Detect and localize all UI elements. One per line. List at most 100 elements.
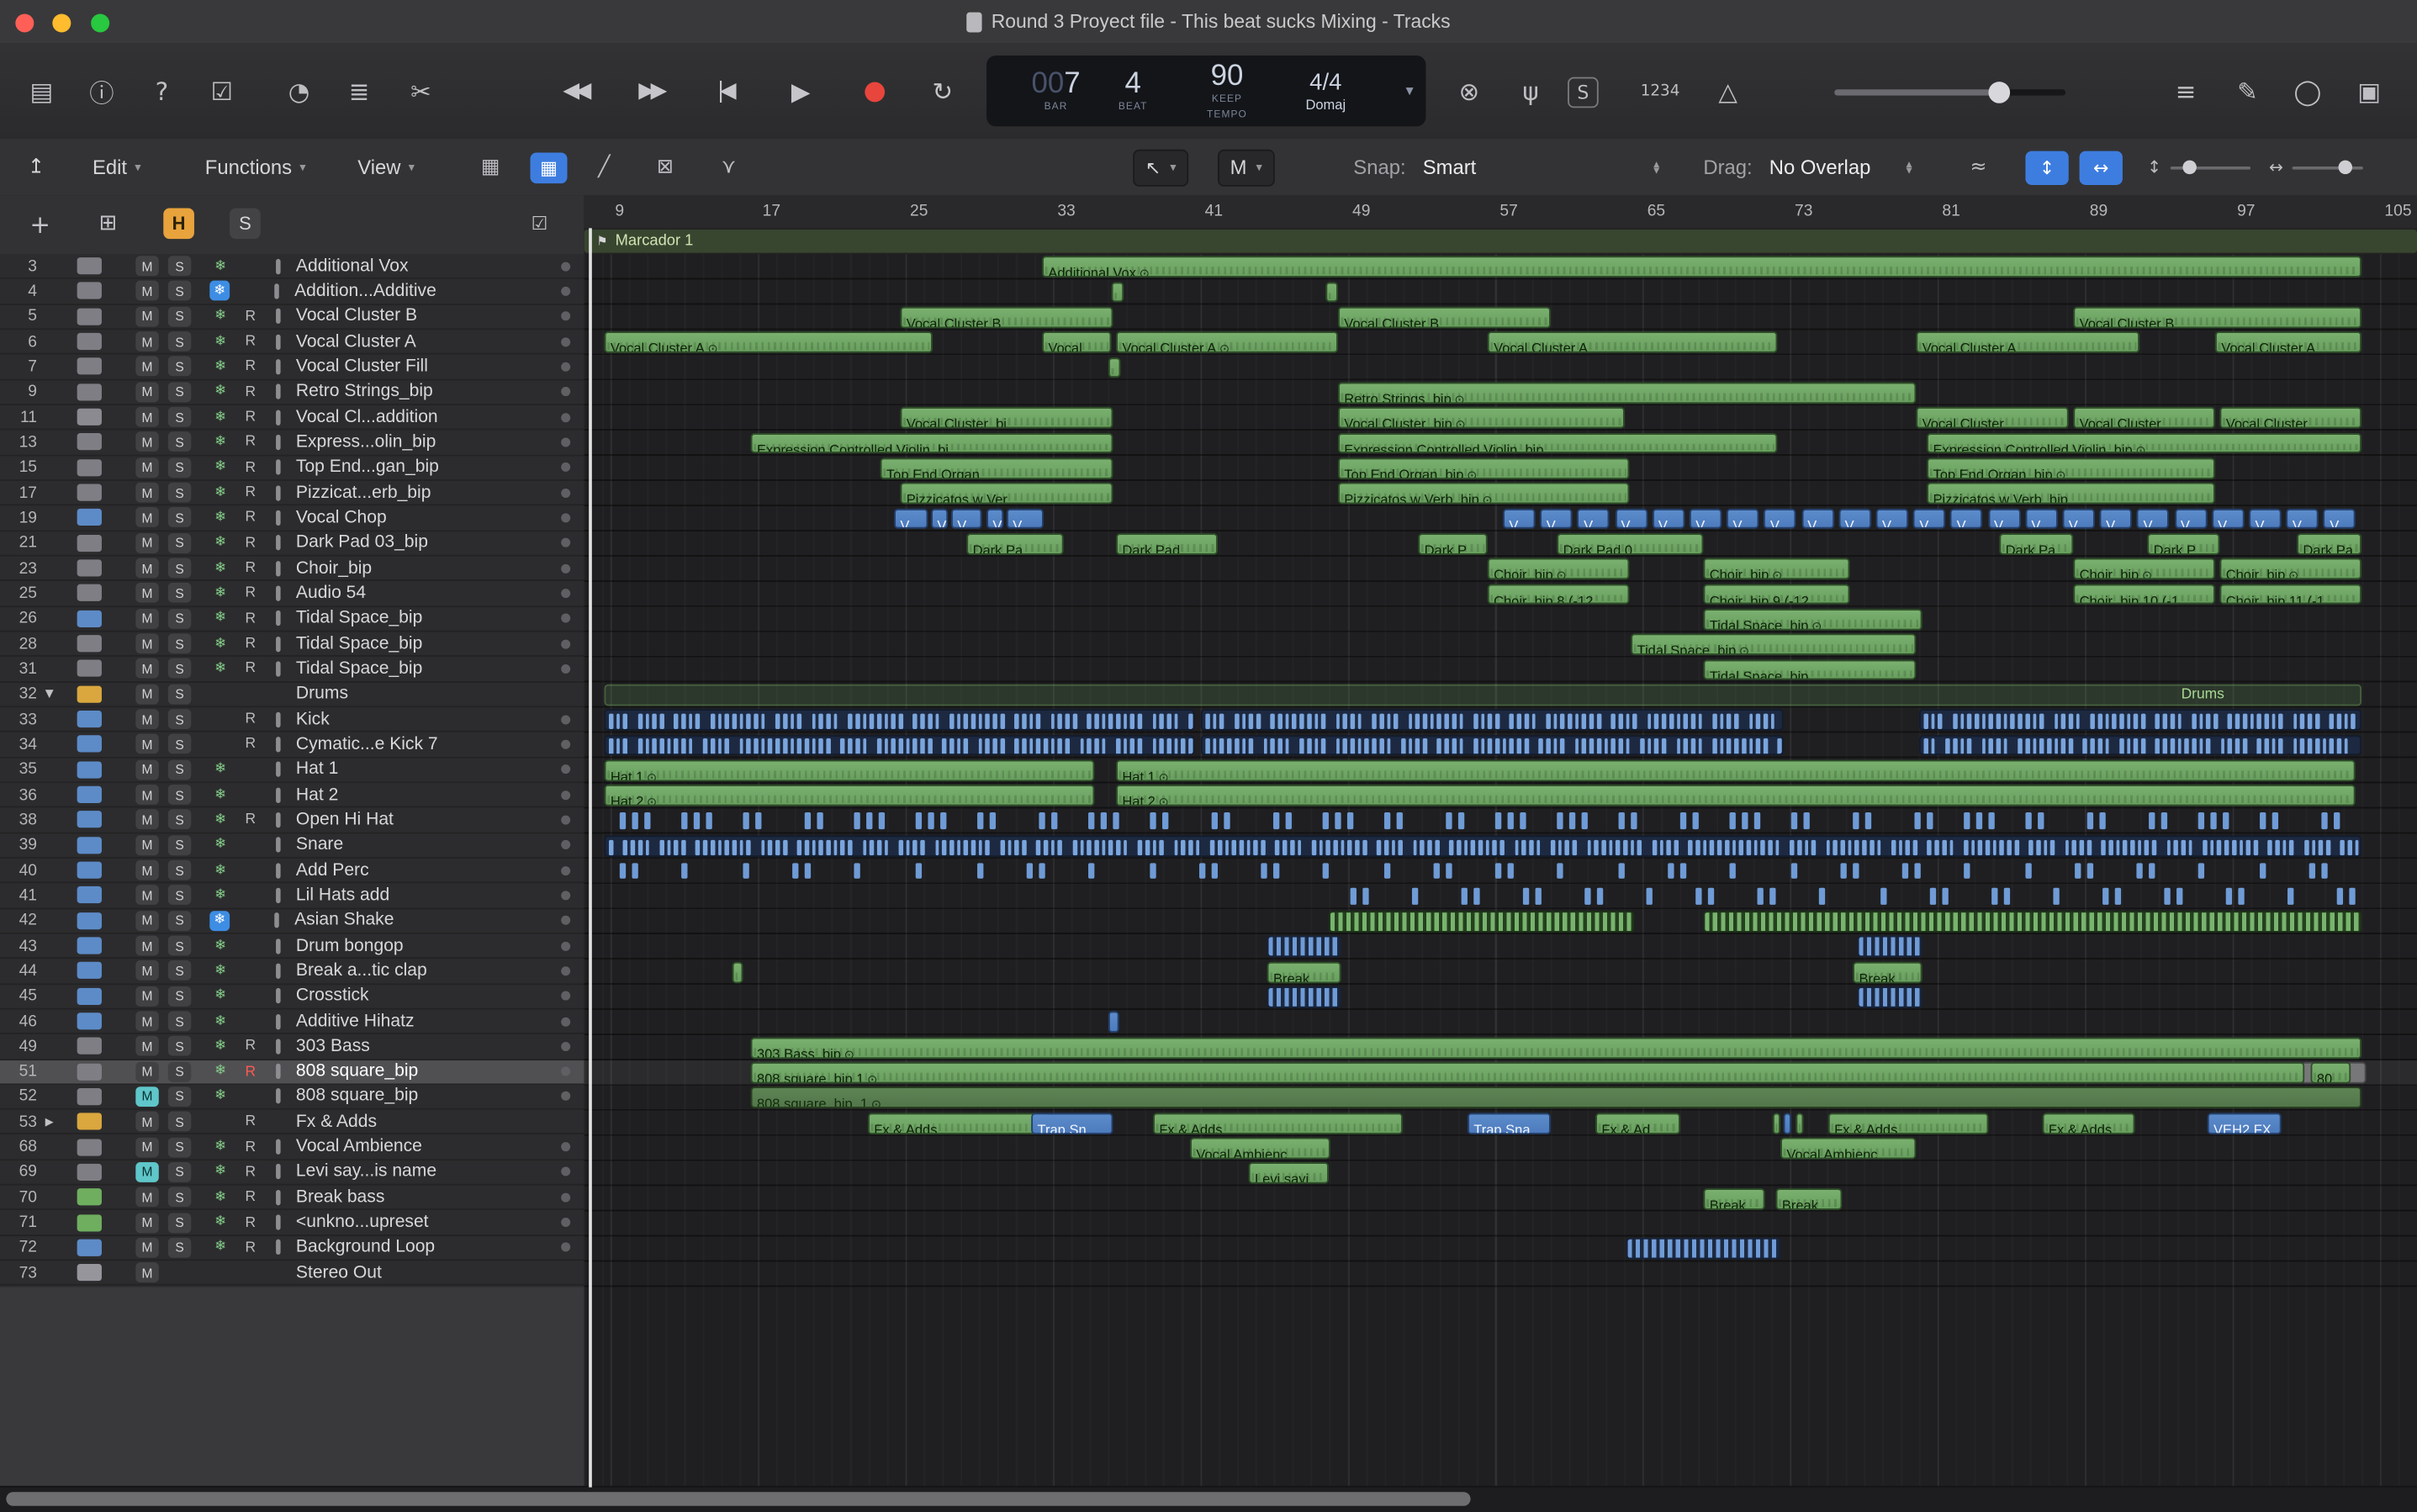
track-row[interactable]: 42 M S ❄ Asian Shake xyxy=(0,908,584,934)
freeze-icon[interactable]: ❄ xyxy=(209,457,231,478)
region[interactable]: Break xyxy=(1853,961,1922,983)
freeze-icon[interactable]: ❄ xyxy=(209,432,231,452)
track-name[interactable]: Crosstick xyxy=(296,986,561,1005)
waveform-zoom-icon[interactable]: ≈ xyxy=(1970,139,1986,196)
region[interactable]: V xyxy=(2286,508,2319,530)
mute-button[interactable]: M xyxy=(135,382,159,403)
freeze-icon[interactable]: ❄ xyxy=(209,810,231,830)
region[interactable]: Top End Organ_bip ⊙ xyxy=(1337,457,1630,479)
region[interactable]: V xyxy=(1875,508,1909,530)
region[interactable]: Vocal Cluster B xyxy=(2073,306,2362,328)
input-monitor-button[interactable] xyxy=(276,812,281,828)
region-filter-icon[interactable]: ⋎ xyxy=(722,139,736,196)
record-enable-button[interactable]: R xyxy=(241,459,261,476)
horizontal-zoom-slider[interactable]: ↔ xyxy=(2269,139,2364,196)
region[interactable]: Tidal Space_bip ⊙ xyxy=(1631,633,1917,656)
region[interactable]: Top End Organ_bip ⊙ xyxy=(1927,457,2215,479)
freeze-icon[interactable]: ❄ xyxy=(209,483,231,503)
mute-button[interactable]: M xyxy=(135,1237,159,1258)
volume-knob[interactable] xyxy=(1988,82,2011,103)
record-enable-button[interactable]: R xyxy=(241,333,261,350)
mute-button[interactable]: M xyxy=(135,910,159,931)
solo-mode-icon[interactable]: S xyxy=(1568,77,1599,108)
replace-icon[interactable]: ⊗ xyxy=(1446,69,1492,112)
region[interactable]: Fx & Adds xyxy=(1153,1112,1403,1134)
input-monitor-button[interactable] xyxy=(276,761,281,778)
mute-button[interactable]: M xyxy=(135,684,159,705)
input-monitor-button[interactable] xyxy=(276,1139,281,1155)
solo-button[interactable]: S xyxy=(167,457,192,478)
solo-button[interactable]: S xyxy=(167,306,192,327)
region[interactable]: Hat 2 ⊙ xyxy=(604,785,1095,806)
region[interactable]: V xyxy=(894,508,928,530)
region[interactable]: V xyxy=(1689,508,1722,530)
region[interactable] xyxy=(1703,911,2362,933)
region[interactable]: Hat 1 ⊙ xyxy=(1116,759,2356,781)
mute-button[interactable]: M xyxy=(135,1187,159,1208)
record-enable-button[interactable]: R xyxy=(241,584,261,601)
region[interactable]: Vocal Cluster A ⊙ xyxy=(1116,331,1338,353)
input-monitor-button[interactable] xyxy=(276,862,281,878)
input-monitor-button[interactable] xyxy=(276,1063,281,1080)
region[interactable]: 303 Bass_bip ⊙ xyxy=(750,1037,2362,1059)
region[interactable]: V xyxy=(1912,508,1946,530)
freeze-icon[interactable]: ❄ xyxy=(209,1162,231,1182)
region[interactable]: Trap Sn xyxy=(1031,1112,1113,1134)
solo-button[interactable]: S xyxy=(167,256,192,277)
region[interactable]: Vocal xyxy=(1042,331,1112,353)
track-row[interactable]: 28 M S ❄ R Tidal Space_bip xyxy=(0,632,584,658)
playhead[interactable] xyxy=(589,228,592,1488)
track-name[interactable]: Break bass xyxy=(296,1188,561,1207)
input-monitor-button[interactable] xyxy=(276,585,281,601)
region[interactable]: V xyxy=(1503,508,1536,530)
region[interactable]: Dark Pad 0 xyxy=(1557,533,1704,555)
pointer-tool-select[interactable]: ↖ ▾ xyxy=(1133,139,1189,196)
solo-button[interactable]: S xyxy=(167,1187,192,1208)
disclosure-triangle-icon[interactable]: ▶ xyxy=(37,1116,61,1129)
freeze-icon[interactable]: ❄ xyxy=(209,357,231,377)
track-row[interactable]: 40 M S ❄ Add Perc xyxy=(0,858,584,884)
mute-button[interactable]: M xyxy=(135,457,159,478)
track-row[interactable]: 31 M S ❄ R Tidal Space_bip xyxy=(0,657,584,683)
solo-button[interactable]: S xyxy=(167,1061,192,1082)
input-monitor-button[interactable] xyxy=(274,912,279,928)
track-name[interactable]: Tidal Space_bip xyxy=(296,634,561,653)
mute-button[interactable]: M xyxy=(135,960,159,981)
freeze-icon[interactable]: ❄ xyxy=(209,1036,231,1056)
track-name[interactable]: Tidal Space_bip xyxy=(296,609,561,627)
record-enable-button[interactable]: R xyxy=(241,535,261,552)
solo-button[interactable]: S xyxy=(167,331,192,352)
input-monitor-button[interactable] xyxy=(276,409,281,426)
region[interactable]: Vocal Cluster_ xyxy=(1916,407,2069,429)
region[interactable] xyxy=(1108,1012,1119,1034)
horizontal-auto-zoom-button[interactable]: ↔ xyxy=(2079,139,2123,196)
forward-button[interactable]: ▶▶ xyxy=(627,69,674,112)
solo-button[interactable]: S xyxy=(167,960,192,981)
mute-button[interactable]: M xyxy=(135,482,159,503)
input-monitor-button[interactable] xyxy=(276,988,281,1004)
track-row[interactable]: 41 M S ❄ Lil Hats add xyxy=(0,883,584,909)
tuner-icon[interactable]: ψ xyxy=(1508,69,1554,112)
track-name[interactable]: 808 square_bip xyxy=(296,1062,561,1081)
region[interactable]: Choir_bip ⊙ xyxy=(1703,558,1850,580)
track-row[interactable]: 5 M S ❄ R Vocal Cluster B xyxy=(0,304,584,330)
mute-button[interactable]: M xyxy=(135,432,159,452)
input-monitor-button[interactable] xyxy=(276,661,281,677)
freeze-icon[interactable]: ❄ xyxy=(209,910,230,931)
region[interactable]: Break xyxy=(1703,1187,1765,1210)
bar-ruler[interactable]: 9 17 25 33 41 49 57 65 73 81 89 97 105 xyxy=(584,195,2417,230)
region[interactable]: V xyxy=(1615,508,1647,530)
record-enable-button[interactable]: R xyxy=(241,383,261,400)
freeze-icon[interactable]: ❄ xyxy=(209,331,231,352)
add-track-button[interactable]: + xyxy=(24,208,56,239)
mute-button[interactable]: M xyxy=(135,1036,159,1057)
track-row[interactable]: 4 M S ❄ Addition...Additive xyxy=(0,279,584,305)
freeze-icon[interactable]: ❄ xyxy=(209,306,231,326)
track-row[interactable]: 25 M S ❄ R Audio 54 xyxy=(0,581,584,607)
library-icon[interactable]: ▤ xyxy=(19,69,65,112)
freeze-icon[interactable]: ❄ xyxy=(209,886,231,906)
solo-button[interactable]: S xyxy=(167,633,192,654)
vertical-zoom-slider[interactable]: ↕ xyxy=(2147,139,2251,196)
region[interactable]: Vocal Cluster_bi xyxy=(900,407,1113,429)
region[interactable]: Choir_bip ⊙ xyxy=(2219,558,2362,580)
